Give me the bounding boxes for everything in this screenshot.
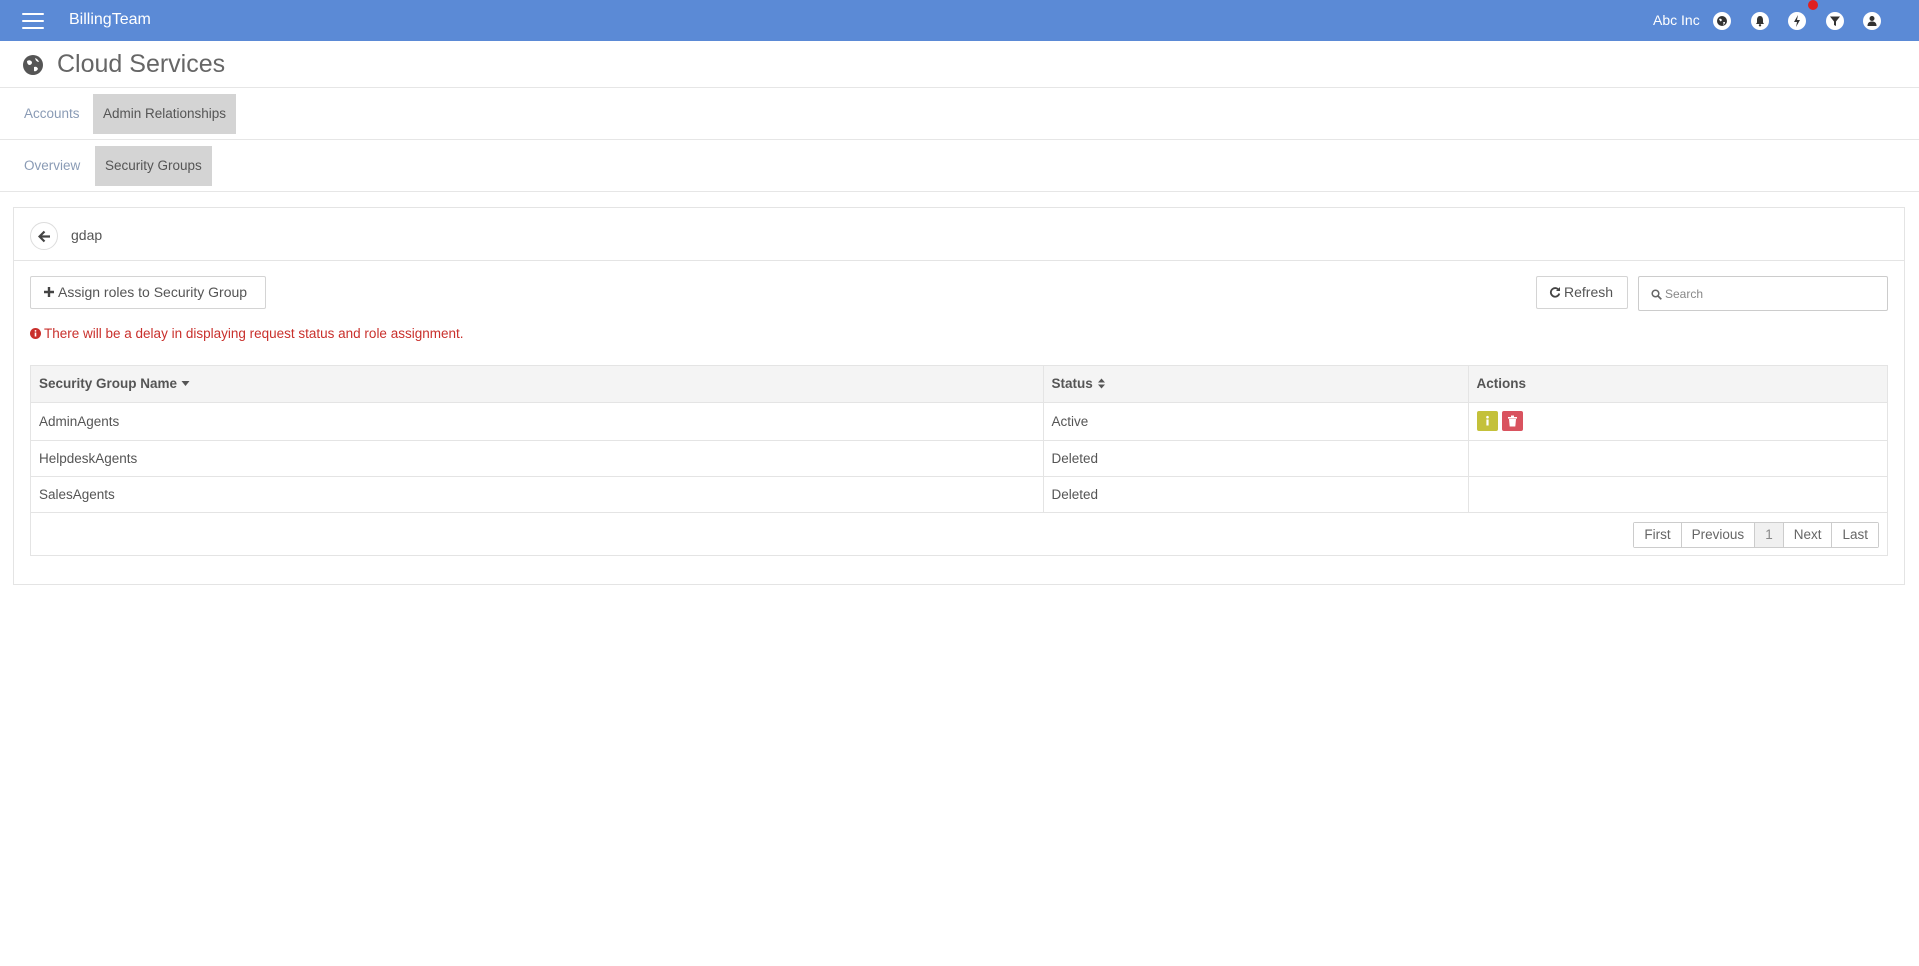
table-header-row: Security Group Name Status Actions <box>31 366 1887 403</box>
relationship-name: gdap <box>71 227 103 243</box>
arrow-left-icon <box>38 230 50 243</box>
bell-icon[interactable] <box>1751 12 1769 30</box>
refresh-label: Refresh <box>1564 284 1614 300</box>
sort-desc-icon <box>181 381 190 387</box>
security-groups-table: Security Group Name Status Actions Admin… <box>30 365 1888 556</box>
globe-icon <box>23 55 43 75</box>
delay-warning: There will be a delay in displaying requ… <box>30 326 463 341</box>
info-button[interactable] <box>1476 411 1498 431</box>
column-header-name[interactable]: Security Group Name <box>31 366 1044 403</box>
group-name-cell: AdminAgents <box>31 402 1044 441</box>
tab-accounts[interactable]: Accounts <box>14 94 90 134</box>
pagination-current-page[interactable]: 1 <box>1755 523 1784 547</box>
user-icon[interactable] <box>1863 12 1881 30</box>
globe-icon[interactable] <box>1713 12 1731 30</box>
tab-overview[interactable]: Overview <box>14 146 90 186</box>
company-name[interactable]: Abc Inc <box>1653 12 1700 28</box>
trash-icon <box>1507 415 1517 427</box>
pagination-first[interactable]: First <box>1634 523 1682 547</box>
assign-roles-label: Assign roles to Security Group <box>58 284 248 300</box>
search-input[interactable] <box>1665 284 1880 304</box>
pagination: First Previous 1 Next Last <box>1633 522 1879 548</box>
notification-badge <box>1808 0 1818 10</box>
tab-security-groups[interactable]: Security Groups <box>95 146 212 186</box>
page-header: Cloud Services <box>0 41 1919 88</box>
page-title: Cloud Services <box>57 50 226 78</box>
group-name-cell: SalesAgents <box>31 476 1044 513</box>
delay-warning-text: There will be a delay in displaying requ… <box>44 326 464 341</box>
actions-cell <box>1468 402 1887 441</box>
menu-icon[interactable] <box>22 13 44 29</box>
info-icon <box>1485 415 1489 426</box>
back-button[interactable] <box>30 222 58 250</box>
primary-tabs: Accounts Admin Relationships <box>0 88 1919 140</box>
secondary-tabs: Overview Security Groups <box>0 140 1919 192</box>
actions-cell <box>1468 476 1887 513</box>
group-name-cell: HelpdeskAgents <box>31 440 1044 477</box>
brand-name[interactable]: BillingTeam <box>69 11 151 29</box>
security-groups-panel: gdap Assign roles to Security Group Refr… <box>13 207 1905 585</box>
pagination-last[interactable]: Last <box>1832 523 1878 547</box>
status-cell: Deleted <box>1043 476 1469 513</box>
filter-icon[interactable] <box>1826 12 1844 30</box>
actions-cell <box>1468 440 1887 477</box>
status-cell: Deleted <box>1043 440 1469 477</box>
table-row: SalesAgents Deleted <box>31 476 1887 513</box>
search-icon <box>1651 289 1662 300</box>
assign-roles-button[interactable]: Assign roles to Security Group <box>30 276 266 309</box>
refresh-icon <box>1549 287 1561 298</box>
info-circle-icon <box>30 328 41 339</box>
pagination-next[interactable]: Next <box>1783 523 1833 547</box>
bolt-icon[interactable] <box>1788 12 1806 30</box>
panel-header: gdap <box>14 208 1904 261</box>
refresh-button[interactable]: Refresh <box>1536 276 1628 309</box>
search-field[interactable] <box>1638 276 1888 311</box>
tab-admin-relationships[interactable]: Admin Relationships <box>93 94 237 134</box>
status-cell: Active <box>1043 402 1469 441</box>
table-row: AdminAgents Active <box>31 402 1887 441</box>
top-bar: BillingTeam Abc Inc <box>0 0 1919 41</box>
column-header-actions: Actions <box>1468 366 1887 403</box>
pagination-previous[interactable]: Previous <box>1681 523 1756 547</box>
table-row: HelpdeskAgents Deleted <box>31 440 1887 477</box>
plus-icon <box>44 287 54 297</box>
sort-icon <box>1097 378 1105 389</box>
column-header-status[interactable]: Status <box>1043 366 1469 403</box>
delete-button[interactable] <box>1501 411 1523 431</box>
